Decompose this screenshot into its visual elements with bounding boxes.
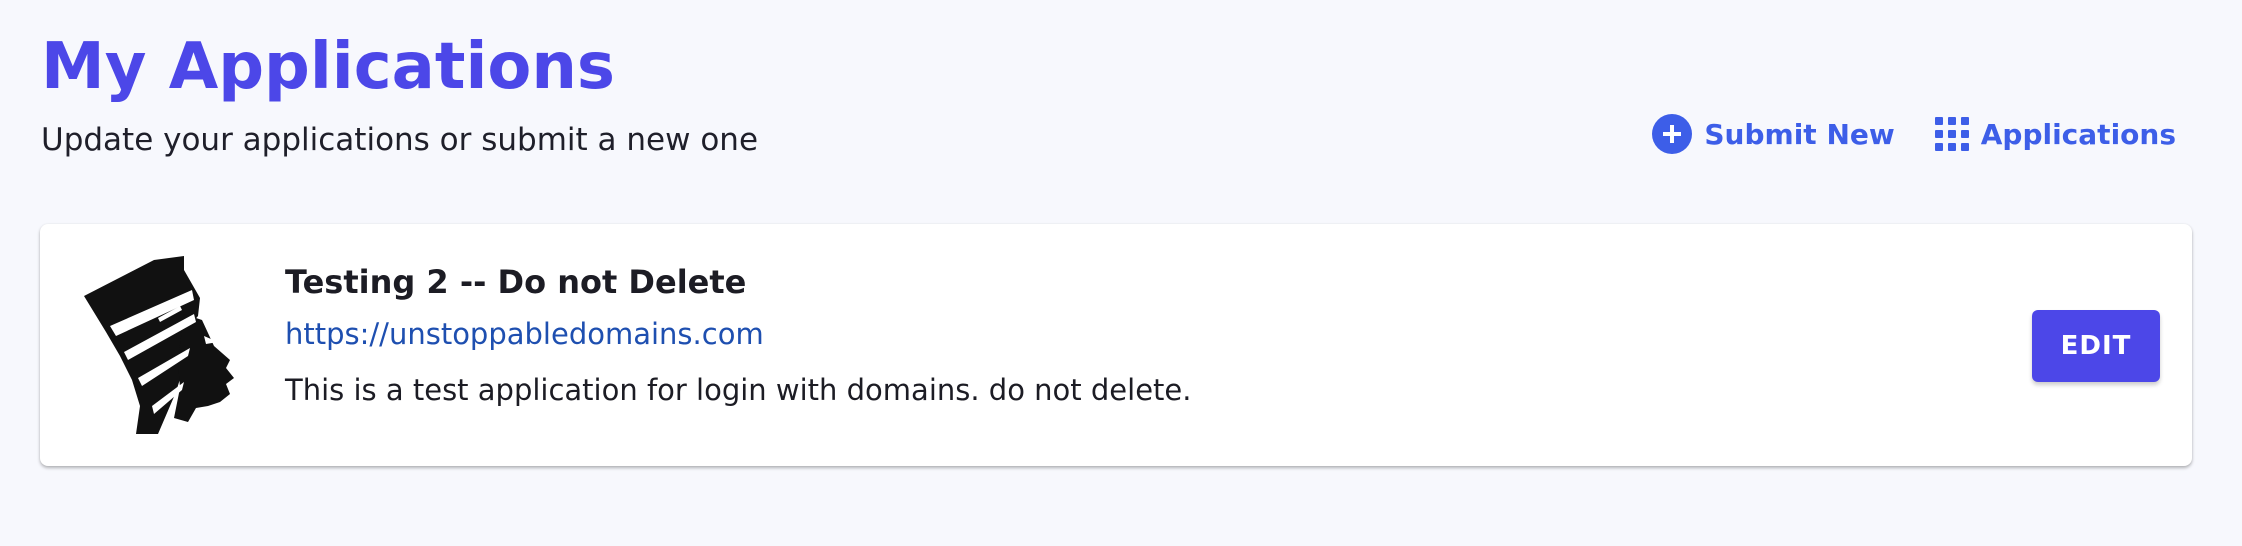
edit-button[interactable]: EDIT <box>2032 310 2160 382</box>
page-subtitle: Update your applications or submit a new… <box>41 122 759 158</box>
applications-button[interactable]: Applications <box>1934 117 2176 151</box>
submit-new-label: Submit New <box>1704 117 1895 151</box>
nefertiti-bust-icon <box>84 256 234 434</box>
app-name: Testing 2 -- Do not Delete <box>285 263 747 301</box>
grid-icon <box>1934 117 1969 151</box>
plus-circle-icon <box>1652 114 1693 154</box>
header-actions: Submit New Applications <box>1652 114 2176 154</box>
application-card: Testing 2 -- Do not Delete https://unsto… <box>40 224 2192 466</box>
app-description: This is a test application for login wit… <box>285 373 1192 407</box>
app-url-link[interactable]: https://unstoppabledomains.com <box>285 314 764 354</box>
submit-new-button[interactable]: Submit New <box>1652 114 1895 154</box>
page-title: My Applications <box>41 30 615 104</box>
applications-label: Applications <box>1980 117 2176 151</box>
